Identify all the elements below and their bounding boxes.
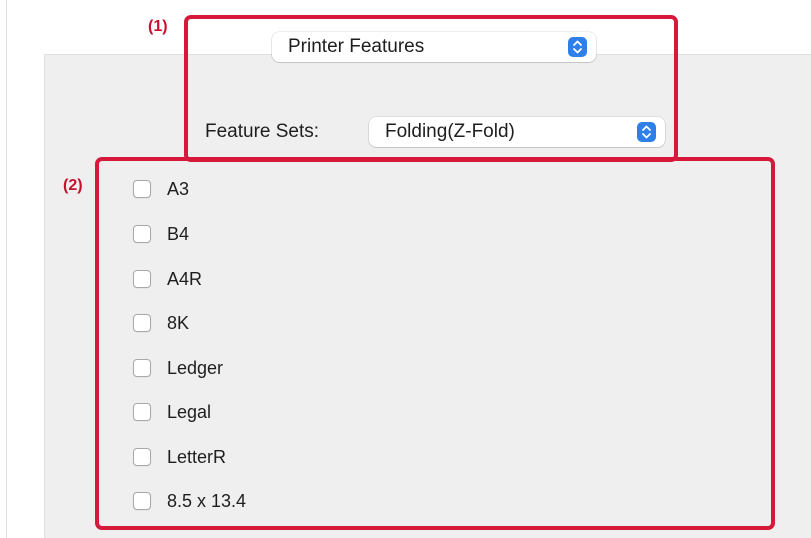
option-8k[interactable]: 8K [133, 311, 189, 335]
callout-label-2: (2) [63, 177, 83, 194]
window-edge-divider [6, 0, 7, 538]
option-b4[interactable]: B4 [133, 222, 189, 246]
option-label: Ledger [167, 358, 224, 378]
checkbox[interactable] [133, 270, 151, 288]
up-down-chevron-icon [568, 37, 587, 57]
feature-sets-label: Feature Sets: [205, 121, 320, 142]
option-label: B4 [167, 224, 190, 244]
checkbox[interactable] [133, 359, 151, 377]
option-a3[interactable]: A3 [133, 177, 189, 201]
checkbox[interactable] [133, 492, 151, 510]
option-8-5x13-4[interactable]: 8.5 x 13.4 [133, 489, 246, 513]
option-label: A3 [167, 179, 190, 199]
checkbox[interactable] [133, 403, 151, 421]
feature-sets-popup-value: Folding(Z-Fold) [385, 121, 515, 142]
option-legal[interactable]: Legal [133, 400, 211, 424]
option-label: A4R [167, 269, 203, 289]
option-label: LetterR [167, 447, 227, 467]
option-label: Legal [167, 402, 212, 422]
printer-features-popup-value: Printer Features [288, 36, 425, 57]
print-dialog-excerpt: (1) Printer Features Feature Sets: Foldi… [0, 0, 811, 538]
option-label: 8.5 x 13.4 [167, 491, 247, 511]
checkbox[interactable] [133, 448, 151, 466]
option-label: 8K [167, 313, 190, 333]
checkbox[interactable] [133, 225, 151, 243]
callout-box-2 [95, 157, 775, 530]
option-ledger[interactable]: Ledger [133, 356, 223, 380]
checkbox[interactable] [133, 180, 151, 198]
option-letterr[interactable]: LetterR [133, 445, 226, 469]
printer-features-popup[interactable]: Printer Features [272, 32, 596, 62]
callout-label-1: (1) [148, 18, 168, 35]
feature-sets-popup[interactable]: Folding(Z-Fold) [369, 117, 665, 147]
checkbox[interactable] [133, 314, 151, 332]
up-down-chevron-icon [637, 122, 656, 142]
option-a4r[interactable]: A4R [133, 267, 202, 291]
